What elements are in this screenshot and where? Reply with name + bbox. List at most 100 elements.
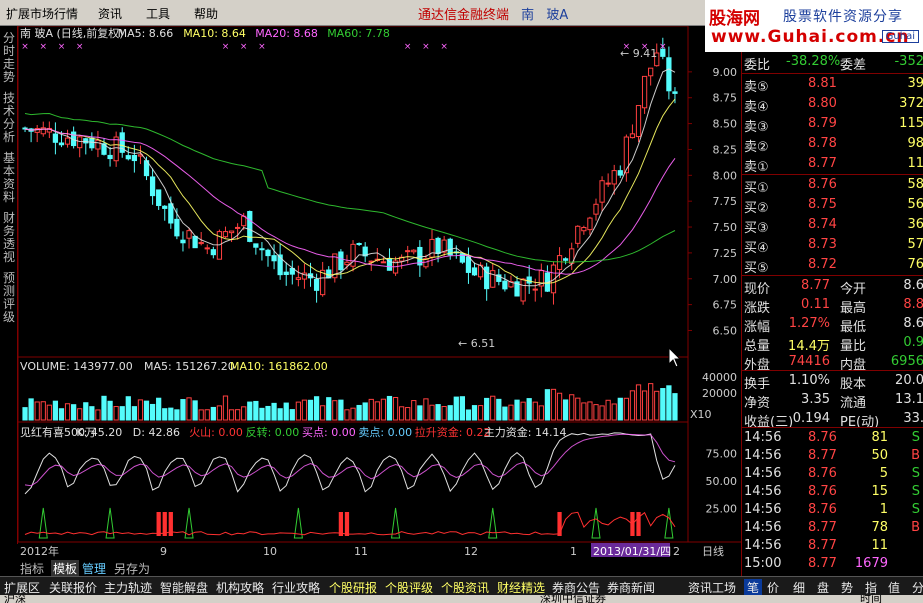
candle-body xyxy=(113,136,119,162)
tick-time: 15:00 xyxy=(744,556,782,571)
tab-fundamentals[interactable]: 基本资料 xyxy=(2,152,16,204)
buy-price: 8.72 xyxy=(808,257,837,272)
footer-tab[interactable]: 个股评级 xyxy=(385,579,433,596)
xaxis-label: 10 xyxy=(263,545,277,558)
quote-divider xyxy=(742,73,923,74)
candle-body xyxy=(356,243,362,246)
buy-label: 买④ xyxy=(744,241,769,256)
footer-tab[interactable]: 行业攻略 xyxy=(272,579,320,596)
volume-bar xyxy=(204,409,210,421)
footer-tab[interactable]: 值 xyxy=(888,579,900,596)
xaxis-label: 2012年 xyxy=(20,544,59,558)
volcano-bar xyxy=(338,512,344,536)
tab-save-as[interactable]: 另存为 xyxy=(114,560,150,577)
tick-row: 14:56 8.77 50 B xyxy=(744,447,923,466)
price-frame xyxy=(18,26,689,358)
menu-info[interactable]: 资讯 xyxy=(98,5,122,22)
menu-tools[interactable]: 工具 xyxy=(146,5,170,22)
tick-time: 14:56 xyxy=(744,466,782,481)
volume-unit: X10 xyxy=(690,408,712,421)
stat-row: 涨幅 1.27% 最低 8.6 xyxy=(744,315,923,335)
xaxis-label: 9 xyxy=(160,545,167,558)
footer-tab[interactable]: 个股研报 xyxy=(329,579,377,596)
footer-tab[interactable]: 智能解盘 xyxy=(160,579,208,596)
candle-body xyxy=(471,267,478,276)
stat-value-2: 8.8 xyxy=(903,297,923,312)
price-axis-label: 8.00 xyxy=(713,169,738,182)
volume-bar xyxy=(149,403,156,421)
stat-value: 14.4万 xyxy=(788,339,830,354)
volume-bar xyxy=(575,397,581,421)
volume-bar xyxy=(271,402,277,421)
footer-tab[interactable]: 个股资讯 xyxy=(441,579,489,596)
stat-label: 涨幅 xyxy=(744,320,771,335)
candle-body xyxy=(502,280,508,290)
footer-tab[interactable]: 势 xyxy=(841,579,853,596)
tab-forecast[interactable]: 预测评级 xyxy=(2,272,16,324)
guhai-logo: 股海网 股票软件资源分享 www.Guhai.com.cn Guhai xyxy=(705,0,923,52)
menu-help[interactable]: 帮助 xyxy=(194,5,218,22)
footer-tab[interactable]: 分 xyxy=(912,579,923,596)
volume-bar xyxy=(22,407,28,421)
menu-extended-market[interactable]: 扩展市场行情 xyxy=(6,5,78,22)
tick-row: 14:56 8.76 1 S xyxy=(744,501,923,520)
tab-template[interactable]: 模板 xyxy=(51,560,80,577)
reversal-marker xyxy=(488,507,498,539)
volume-bar xyxy=(192,400,198,421)
ma5-line xyxy=(24,68,676,287)
tab-intraday[interactable]: 分时走势 xyxy=(2,32,16,84)
tick-time: 14:56 xyxy=(744,502,782,517)
signal-marker: × xyxy=(76,42,84,52)
tick-row: 14:56 8.77 11 xyxy=(744,537,923,556)
volume-bar xyxy=(228,409,235,421)
candle-body xyxy=(58,142,65,146)
footer-tab[interactable]: 财经精选 xyxy=(497,579,545,596)
buy-label: 买① xyxy=(744,181,769,196)
candle-body xyxy=(563,258,569,261)
tab-technical[interactable]: 技术分析 xyxy=(2,92,16,144)
footer-tab[interactable]: 笔 xyxy=(744,579,763,596)
tick-time: 14:56 xyxy=(744,520,782,535)
candle-body xyxy=(283,271,289,276)
mouse-cursor-icon xyxy=(668,346,682,368)
volume-bar xyxy=(484,397,490,421)
stat-value-2: 6956 xyxy=(890,354,923,369)
volume-bar xyxy=(648,383,654,421)
footer-tab[interactable]: 券商新闻 xyxy=(607,579,655,596)
volume-bar xyxy=(514,399,520,421)
footer-tab[interactable]: 盘 xyxy=(817,579,829,596)
indicator-axis-label: 75.00 xyxy=(706,448,738,461)
volume-bar xyxy=(156,397,162,421)
logo-slogan: 股票软件资源分享 xyxy=(783,9,903,25)
footer-tab[interactable]: 主力轨迹 xyxy=(104,579,152,596)
tick-price: 8.77 xyxy=(808,538,837,553)
candle-body xyxy=(259,248,265,251)
candle-body xyxy=(593,203,599,215)
footer-tab[interactable]: 价 xyxy=(767,579,779,596)
sell-label: 卖③ xyxy=(744,120,769,135)
footer-tab[interactable]: 细 xyxy=(793,579,805,596)
footer-tab[interactable]: 关联报价 xyxy=(49,579,97,596)
footer-tab[interactable]: 券商公告 xyxy=(552,579,600,596)
tab-manage[interactable]: 管理 xyxy=(82,560,106,577)
info-value-2: 20.0 xyxy=(895,373,923,388)
volume-bar xyxy=(544,389,551,421)
candle-body xyxy=(131,154,137,162)
tab-indicator[interactable]: 指标 xyxy=(20,560,44,577)
candle-body xyxy=(411,249,417,253)
volume-bar xyxy=(95,409,101,421)
volume-bar xyxy=(447,405,453,421)
logo-title: 股海网 xyxy=(709,9,760,29)
footer-tab[interactable]: 资讯工场 xyxy=(688,579,736,596)
footer-tab[interactable]: 扩展区 xyxy=(4,579,40,596)
footer-tab[interactable]: 机构攻略 xyxy=(216,579,264,596)
footer-tab[interactable]: 指 xyxy=(865,579,877,596)
sell-price: 8.79 xyxy=(808,116,837,131)
stat-value: 8.77 xyxy=(801,278,830,293)
kline-chart[interactable]: 南 玻A (日线,前复权)MA5: 8.66 MA10: 8.64 MA20: 8.… xyxy=(18,26,741,558)
signal-marker: × xyxy=(240,42,248,52)
volume-bar xyxy=(89,406,95,421)
tab-finance[interactable]: 财务透视 xyxy=(2,212,16,264)
tick-time: 14:56 xyxy=(744,430,782,445)
stat-row: 现价 8.77 今开 8.6 xyxy=(744,277,923,297)
